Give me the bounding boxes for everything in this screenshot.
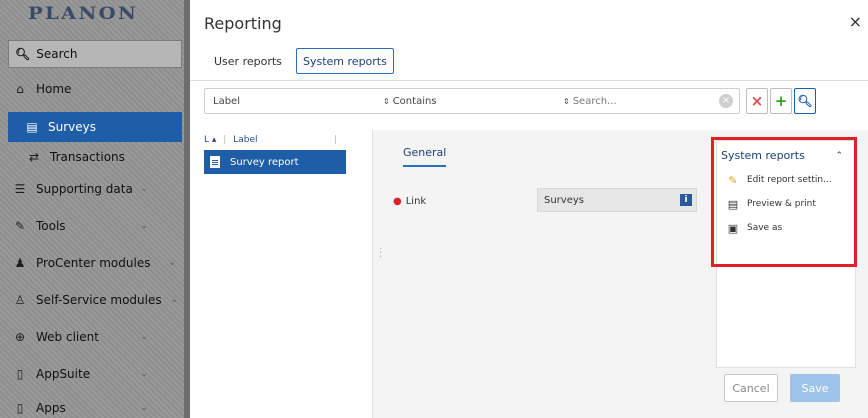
- column-separator: |: [223, 135, 227, 145]
- nav-label: Web client: [36, 330, 99, 344]
- home-icon: ⌂: [16, 82, 24, 96]
- chevron-down-icon: ⌄: [140, 403, 148, 413]
- remove-filter-button[interactable]: ×: [746, 88, 768, 114]
- list-header: L ▴ | Label |: [204, 135, 344, 149]
- sort-arrows-icon: ⇕: [563, 96, 570, 106]
- close-icon[interactable]: ×: [849, 12, 862, 31]
- transfer-icon: ⇄: [28, 150, 40, 164]
- chevron-down-icon: ⌄: [140, 332, 148, 342]
- nav-tools[interactable]: ✎ Tools ⌄: [0, 211, 190, 241]
- required-indicator: ●: [393, 196, 402, 207]
- search-button[interactable]: 🔍︎: [794, 88, 816, 114]
- list-item-label: Survey report: [230, 156, 299, 168]
- user-group-icon: ♟: [14, 256, 26, 270]
- nav-label: Apps: [36, 401, 66, 415]
- divider: [190, 80, 868, 81]
- dialog-title: Reporting: [204, 14, 282, 33]
- floppy-disk-icon: ▣: [727, 221, 739, 235]
- menu-item-preview-print[interactable]: ▤ Preview & print: [727, 195, 853, 213]
- nav-transactions[interactable]: ⇄ Transactions: [0, 142, 190, 172]
- tab-user-reports[interactable]: User reports: [208, 48, 288, 74]
- menu-item-save-as[interactable]: ▣ Save as: [727, 219, 853, 237]
- plus-icon: +: [774, 92, 788, 110]
- document-icon: ▤: [727, 197, 739, 211]
- link-field-label: ● Link: [393, 196, 426, 207]
- chevron-down-icon: ⌄: [168, 258, 176, 268]
- resize-handle[interactable]: · · ·: [379, 245, 382, 263]
- tab-system-reports[interactable]: System reports: [296, 48, 394, 74]
- pencil-icon: ✎: [728, 173, 738, 187]
- link-field[interactable]: Surveys i: [537, 188, 697, 212]
- info-icon[interactable]: i: [680, 194, 692, 206]
- menu-item-label: Preview & print: [747, 199, 816, 209]
- planon-logo: PLANON: [28, 4, 139, 24]
- nav-apps[interactable]: ▯ Apps ⌄: [0, 393, 190, 418]
- nav-procenter-modules[interactable]: ♟ ProCenter modules ⌄: [0, 248, 190, 278]
- sidebar: PLANON 🔍︎ Search ⌂ Home ▤ Surveys ⇄ Tran…: [0, 0, 190, 418]
- nav-surveys[interactable]: ▤ Surveys: [8, 112, 182, 142]
- nav-self-service-modules[interactable]: ♙ Self-Service modules ⌄: [0, 285, 190, 315]
- chevron-up-icon[interactable]: ⌃: [835, 151, 843, 161]
- column-header-label[interactable]: Label: [233, 135, 257, 145]
- filter-operator-select[interactable]: ⇕ Contains: [383, 89, 437, 113]
- system-reports-menu: System reports ⌃ ✎ Edit report settin...…: [716, 140, 856, 368]
- cancel-button[interactable]: Cancel: [724, 374, 778, 402]
- chevron-down-icon: ⌄: [140, 184, 148, 194]
- nav-label: ProCenter modules: [36, 256, 151, 270]
- nav-web-client[interactable]: ⊕ Web client ⌄: [0, 322, 190, 352]
- close-icon: ×: [750, 92, 764, 110]
- clear-icon[interactable]: ×: [719, 94, 733, 108]
- nav-label: Supporting data: [36, 182, 133, 196]
- search-icon: 🔍︎: [797, 94, 813, 108]
- clipboard-icon: ▤: [26, 120, 38, 134]
- add-filter-button[interactable]: +: [770, 88, 792, 114]
- search-label: Search: [36, 47, 78, 61]
- filter-search-placeholder: Search...: [572, 95, 617, 107]
- menu-title[interactable]: System reports: [721, 149, 805, 162]
- database-icon: ☰: [14, 182, 26, 196]
- filter-field-value: Label: [213, 95, 240, 107]
- filter-search-input[interactable]: ⇕ Search...: [563, 89, 617, 113]
- chevron-down-icon: ⌄: [140, 369, 148, 379]
- sort-arrows-icon: ⇕: [383, 96, 390, 106]
- menu-item-edit-report-settings[interactable]: ✎ Edit report settin...: [727, 171, 853, 189]
- column-separator: |: [334, 135, 338, 145]
- link-field-value: Surveys: [544, 194, 584, 206]
- filter-field-select[interactable]: Label: [213, 89, 240, 113]
- reporting-dialog: Reporting × User reports System reports …: [190, 0, 868, 418]
- chevron-down-icon: ⌄: [140, 221, 148, 231]
- menu-item-label: Edit report settin...: [747, 175, 832, 185]
- nav-label: AppSuite: [36, 367, 91, 381]
- nav-label: Transactions: [50, 150, 125, 164]
- nav-label: Surveys: [48, 120, 96, 134]
- nav-label: Home: [36, 82, 72, 96]
- sort-toggle[interactable]: L ▴: [204, 135, 216, 145]
- nav-label: Tools: [36, 219, 66, 233]
- document-icon: [210, 156, 220, 168]
- nav-label: Self-Service modules: [36, 293, 162, 307]
- tab-general[interactable]: General: [403, 146, 447, 167]
- tablet-icon: ▯: [16, 367, 24, 381]
- wrench-icon: ✎: [14, 219, 26, 233]
- field-label-text: Link: [405, 196, 427, 207]
- filter-operator-value: Contains: [392, 95, 437, 107]
- globe-icon: ⊕: [14, 330, 26, 344]
- filter-bar: Label ⇕ Contains ⇕ Search... ×: [204, 88, 740, 114]
- nav-appsuite[interactable]: ▯ AppSuite ⌄: [0, 359, 190, 389]
- menu-item-label: Save as: [747, 223, 783, 233]
- list-item[interactable]: Survey report: [204, 150, 346, 174]
- person-icon: ♙: [14, 293, 26, 307]
- sidebar-search[interactable]: 🔍︎ Search: [8, 40, 182, 68]
- search-icon: 🔍︎: [15, 47, 31, 61]
- nav-supporting-data[interactable]: ☰ Supporting data ⌄: [0, 174, 190, 204]
- save-button[interactable]: Save: [790, 374, 840, 402]
- nav-home[interactable]: ⌂ Home: [0, 74, 190, 104]
- chevron-down-icon: ⌄: [170, 295, 178, 305]
- tablet-icon: ▯: [16, 401, 24, 415]
